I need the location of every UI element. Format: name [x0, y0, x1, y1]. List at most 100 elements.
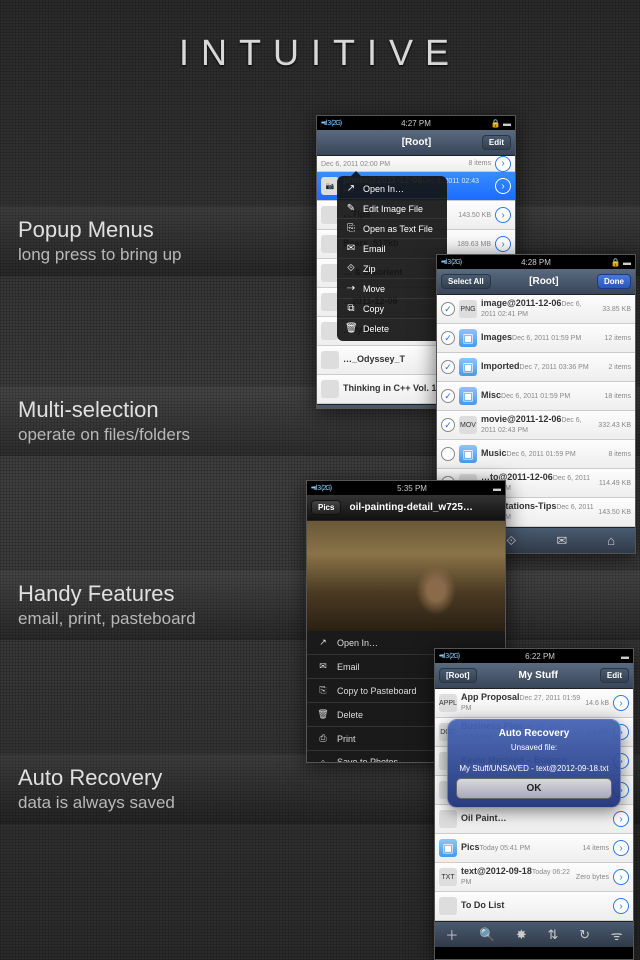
list-row[interactable]: APPLApp ProposalDec 27, 2011 01:59 PM14.…	[435, 689, 633, 718]
ok-button[interactable]: OK	[456, 778, 612, 799]
file-icon: PNG	[459, 300, 477, 318]
checkbox[interactable]	[441, 331, 455, 345]
menu-item[interactable]: 🗑Delete	[337, 319, 447, 338]
signal-icon: ••ııl 3 (2G)	[439, 653, 459, 660]
action-icon: ⎘	[317, 685, 329, 696]
action-icon: ⎙	[317, 733, 329, 744]
toolbar-icon[interactable]: ⌂	[607, 533, 615, 548]
action-icon: ⌂	[317, 757, 329, 763]
list-row[interactable]: ▣ImagesDec 6, 2011 01:59 PM12 items	[437, 324, 635, 353]
nav-bar: Pics oil-painting-detail_w725…	[307, 495, 505, 521]
menu-item[interactable]: ✎Edit Image File	[337, 199, 447, 219]
chevron-icon[interactable]: ›	[495, 156, 511, 172]
nav-title: oil-painting-detail_w725…	[341, 502, 481, 513]
menu-icon: ⎘	[345, 223, 357, 234]
list-row[interactable]: Dec 6, 2011 02:00 PM 8 items ›	[317, 156, 515, 172]
checkbox[interactable]	[441, 418, 455, 432]
chevron-icon[interactable]: ›	[613, 840, 629, 856]
action-icon: 🗑	[317, 709, 329, 720]
toolbar-icon[interactable]: ＋	[445, 925, 458, 944]
list-row[interactable]: Oil Paint…›	[435, 805, 633, 834]
file-icon	[439, 897, 457, 915]
menu-icon: ⇢	[345, 283, 357, 294]
list-row[interactable]: ▣MusicDec 6, 2011 01:59 PM8 items	[437, 440, 635, 469]
signal-icon: ••ııl 3 (2G)	[441, 259, 461, 266]
checkbox[interactable]	[441, 302, 455, 316]
clock: 6:22 PM	[525, 652, 555, 661]
toolbar-icon[interactable]: ＋	[335, 408, 348, 409]
file-icon	[439, 810, 457, 828]
toolbar: ＋ 🔍 ✸ ⇅ ↻ ᯤ	[435, 921, 633, 947]
done-button[interactable]: Done	[597, 274, 631, 289]
toolbar-icon[interactable]: ᯤ	[611, 926, 623, 944]
toolbar-icon[interactable]: ✸	[516, 927, 527, 943]
chevron-icon[interactable]: ›	[613, 695, 629, 711]
toolbar-icon[interactable]: ⇅	[548, 927, 559, 943]
alert-message: Unsaved file: My Stuff/UNSAVED - text@20…	[456, 743, 612, 774]
battery-icon: ▬	[493, 484, 501, 493]
list-row[interactable]: MOVmovie@2011-12-06Dec 6, 2011 02:43 PM3…	[437, 411, 635, 440]
chevron-icon[interactable]: ›	[613, 898, 629, 914]
status-bar: ••ııl 3 (2G) 4:27 PM 🔒 ▬	[317, 116, 515, 130]
menu-icon: ✉	[345, 243, 357, 254]
battery-icon: 🔒 ▬	[611, 258, 631, 267]
menu-item[interactable]: ⇢Move	[337, 279, 447, 299]
list-row[interactable]: ▣ImportedDec 7, 2011 03:36 PM2 items	[437, 353, 635, 382]
menu-icon: ⟐	[345, 263, 357, 274]
menu-icon: ✎	[345, 203, 357, 214]
list-row[interactable]: To Do List›	[435, 892, 633, 921]
status-bar: ••ııl 3 (2G) 5:35 PM ▬	[307, 481, 505, 495]
list-row[interactable]: TXTtext@2012-09-18Today 06:22 PMZero byt…	[435, 863, 633, 892]
nav-bar: [Root] Edit	[317, 130, 515, 156]
page-title: Intuitive	[0, 0, 640, 108]
nav-bar: [Root] My Stuff Edit	[435, 663, 633, 689]
toolbar-icon[interactable]: ↻	[579, 927, 590, 943]
menu-item[interactable]: ↗Open In…	[337, 179, 447, 199]
checkbox[interactable]	[441, 360, 455, 374]
toolbar-icon[interactable]: ✉	[556, 533, 567, 549]
menu-icon: ↗	[345, 183, 357, 194]
file-icon: APPL	[439, 694, 457, 712]
status-bar: ••ııl 3 (2G) 4:28 PM 🔒 ▬	[437, 255, 635, 269]
menu-icon: 🗑	[345, 323, 357, 334]
list-row[interactable]: ▣MiscDec 6, 2011 01:59 PM18 items	[437, 382, 635, 411]
back-button[interactable]: [Root]	[439, 668, 477, 683]
menu-item[interactable]: ⧉Copy	[337, 299, 447, 319]
edit-button[interactable]: Edit	[482, 135, 511, 150]
toolbar-icon[interactable]: ⟐	[506, 533, 516, 549]
battery-icon: 🔒 ▬	[491, 119, 511, 128]
chevron-icon[interactable]: ›	[495, 178, 511, 194]
chevron-icon[interactable]: ›	[495, 236, 511, 252]
checkbox[interactable]	[441, 447, 455, 461]
folder-icon: ▣	[439, 839, 457, 857]
clock: 4:27 PM	[401, 119, 431, 128]
file-icon	[321, 380, 339, 398]
file-icon	[321, 351, 339, 369]
toolbar-icon[interactable]: 🔍	[479, 927, 495, 943]
folder-icon: ▣	[459, 329, 477, 347]
checkbox[interactable]	[441, 389, 455, 403]
image-preview[interactable]	[307, 521, 505, 631]
file-icon: MOV	[459, 416, 477, 434]
screenshot-auto-recovery: ••ııl 3 (2G) 6:22 PM ▬ [Root] My Stuff E…	[434, 648, 634, 960]
battery-icon: ▬	[621, 652, 629, 661]
chevron-icon[interactable]: ›	[613, 869, 629, 885]
edit-button[interactable]: Edit	[600, 668, 629, 683]
menu-item[interactable]: ⎘Open as Text File	[337, 219, 447, 239]
clock: 4:28 PM	[521, 258, 551, 267]
back-button[interactable]: Pics	[311, 500, 341, 515]
action-icon: ↗	[317, 637, 329, 648]
action-icon: ✉	[317, 661, 329, 672]
list-row[interactable]: PNGimage@2011-12-06Dec 6, 2011 02:41 PM3…	[437, 295, 635, 324]
menu-item[interactable]: ✉Email	[337, 239, 447, 259]
alert-dialog: Auto Recovery Unsaved file: My Stuff/UNS…	[447, 719, 621, 808]
chevron-icon[interactable]: ›	[613, 811, 629, 827]
menu-item[interactable]: ⟐Zip	[337, 259, 447, 279]
nav-bar: Select All [Root] Done	[437, 269, 635, 295]
nav-title: My Stuff	[477, 670, 600, 681]
nav-title: [Root]	[351, 137, 482, 148]
nav-title: [Root]	[491, 276, 597, 287]
chevron-icon[interactable]: ›	[495, 207, 511, 223]
select-all-button[interactable]: Select All	[441, 274, 491, 289]
list-row[interactable]: ▣PicsToday 05:41 PM14 items›	[435, 834, 633, 863]
